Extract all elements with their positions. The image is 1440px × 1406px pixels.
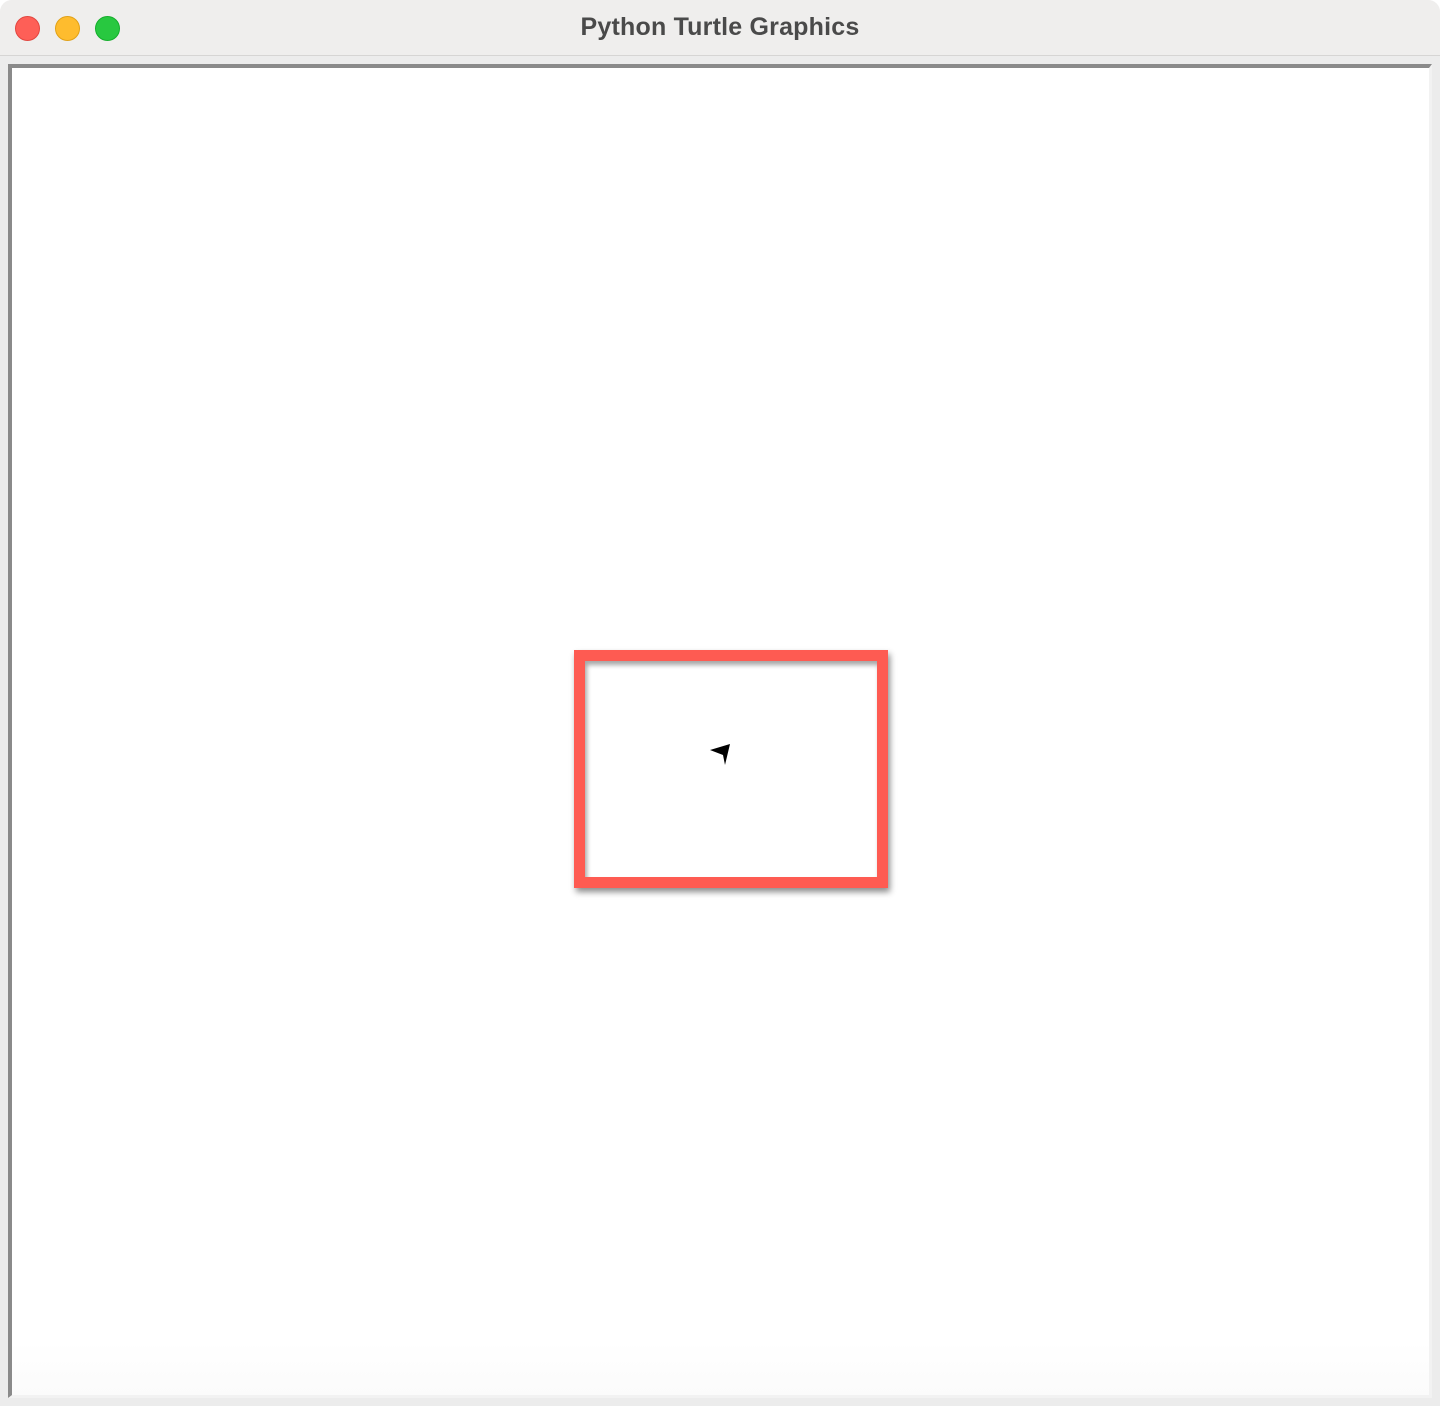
turtle-canvas[interactable]	[12, 68, 1429, 1395]
title-bar[interactable]: Python Turtle Graphics	[0, 0, 1440, 56]
drawn-rectangle	[574, 650, 888, 888]
turtle-arrow-icon	[710, 744, 730, 765]
turtle-window: Python Turtle Graphics	[0, 0, 1440, 1406]
window-title: Python Turtle Graphics	[580, 13, 860, 41]
canvas-frame	[8, 64, 1432, 1398]
